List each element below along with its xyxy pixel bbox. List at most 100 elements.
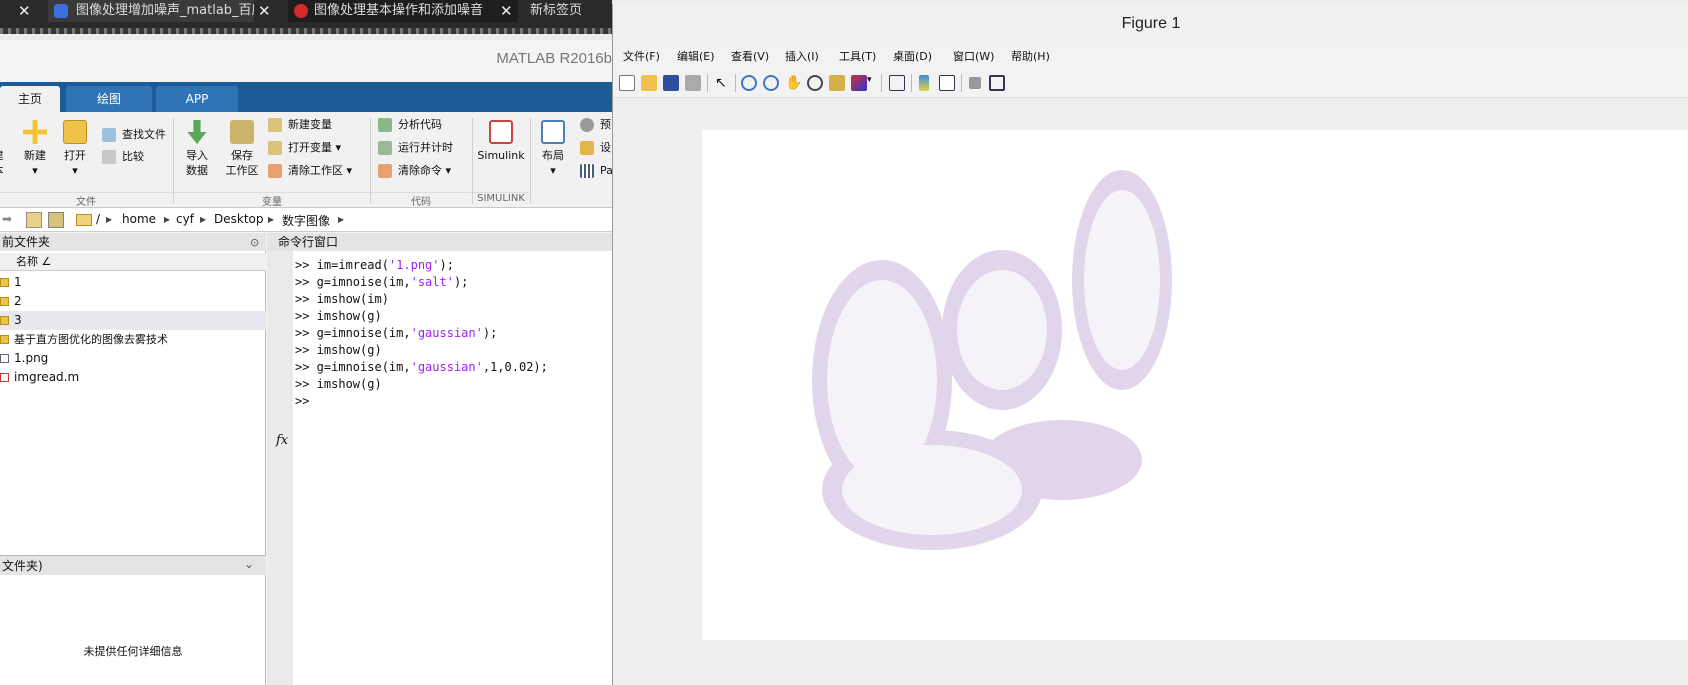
tab-home[interactable]: 主页 [0,86,60,112]
list-item[interactable]: 1.png [0,349,266,368]
chevron-down-icon[interactable]: ▾ [867,75,875,91]
item-name: 1 [14,275,22,289]
brush-icon[interactable] [851,75,867,91]
open-variable-label: 打开变量 [288,141,332,154]
close-tab-icon[interactable]: ✕ [18,0,31,22]
import-data-button[interactable]: 导入 数据 [178,116,216,178]
save-workspace-button[interactable]: 保存 工作区 [220,116,264,178]
divider [881,74,882,92]
command-prompt[interactable]: >> [295,393,309,410]
new-script-label2: 本 [0,163,10,178]
crumb-arrow-icon: ▸ [106,212,113,226]
link-plot-icon[interactable] [889,75,905,91]
save-workspace-icon [230,120,254,144]
new-variable-button[interactable]: 新建变量 [268,116,332,134]
run-and-time-button[interactable]: 运行并计时 [378,139,453,157]
browser-tab-baidu[interactable]: 图像处理增加噪声_matlab_百度 [48,0,254,22]
up-folder-icon[interactable] [26,212,42,228]
menu-insert[interactable]: 插入(I) [785,48,819,64]
close-tab-icon[interactable]: ✕ [500,0,513,22]
browser-tab-csdn[interactable]: 图像处理基本操作和添加噪音 [288,0,518,22]
command-window[interactable]: 命令行窗口 >> im=imread('1.png'); >> g=imnois… [267,233,612,685]
analyze-label: 分析代码 [398,118,442,131]
open-button[interactable]: 打开 ▾ [56,116,94,178]
new-script-button[interactable]: 建 本 [0,116,10,178]
tab-plots[interactable]: 绘图 [66,86,152,112]
data-cursor-icon[interactable] [829,75,845,91]
simulink-icon [489,120,513,144]
folder-icon [0,278,9,287]
chevron-down-icon[interactable]: ⌄ [244,557,254,571]
rotate-3d-icon[interactable] [807,75,823,91]
show-plot-tools-icon[interactable] [989,75,1005,91]
fx-icon[interactable]: fx [276,433,288,448]
zoom-in-icon[interactable] [741,75,757,91]
tab-apps[interactable]: APP [156,86,238,112]
menu-view[interactable]: 查看(V) [731,48,769,64]
parallel-button[interactable]: Pa [580,162,613,180]
find-files-button[interactable]: 查找文件 [102,126,166,144]
list-item[interactable]: 基于直方图优化的图像去雾技术 [0,330,266,349]
chevron-down-icon: ▾ [72,164,78,177]
list-item[interactable]: imgread.m [0,368,266,387]
command-gutter [267,251,293,685]
clear-commands-button[interactable]: 清除命令 ▾ [378,162,451,180]
item-name: imgread.m [14,370,80,384]
analyze-code-button[interactable]: 分析代码 [378,116,442,134]
hide-plot-tools-icon[interactable] [969,77,981,89]
legend-icon[interactable] [939,75,955,91]
panel-menu-icon[interactable]: ⊙ [250,236,259,249]
open-file-icon[interactable] [641,75,657,91]
list-item[interactable]: 2 [0,292,266,311]
list-item[interactable]: 1 [0,273,266,292]
parallel-icon [580,164,594,178]
matlab-window: MATLAB R2016b 主页 绘图 APP 建 本 新建 ▾ 打开 ▾ 查找… [0,40,613,685]
preferences-button[interactable]: 预 [580,116,611,134]
crumb-folder[interactable]: 数字图像 [282,212,330,229]
pan-hand-icon[interactable]: ✋ [785,75,802,91]
set-path-button[interactable]: 设 [580,139,611,157]
crumb-root[interactable]: / [96,212,100,226]
close-tab-icon[interactable]: ✕ [258,0,271,22]
clear-workspace-button[interactable]: 清除工作区 ▾ [268,162,352,180]
item-name: 1.png [14,351,49,365]
menu-help[interactable]: 帮助(H) [1011,48,1050,64]
menu-edit[interactable]: 编辑(E) [677,48,715,64]
folder-icon [0,316,9,325]
crumb-arrow-icon: ▸ [268,212,275,226]
crumb-cyf[interactable]: cyf [176,212,194,226]
new-button[interactable]: 新建 ▾ [16,116,54,178]
simulink-button[interactable]: Simulink [476,116,526,163]
menu-desktop[interactable]: 桌面(D) [893,48,932,64]
command-line: >> imshow(im) [295,292,389,306]
column-header-name[interactable]: 名称 ∠ [0,253,266,271]
compare-button[interactable]: 比较 [102,148,144,166]
colorbar-icon[interactable] [919,75,929,91]
pointer-icon[interactable]: ↖ [715,75,731,91]
crumb-desktop[interactable]: Desktop [214,212,264,226]
browse-folder-icon[interactable] [48,212,64,228]
command-line: >> imshow(g) [295,343,382,357]
layout-button[interactable]: 布局 ▾ [534,116,572,178]
menu-tools[interactable]: 工具(T) [839,48,876,64]
zoom-out-icon[interactable] [763,75,779,91]
save-icon[interactable] [663,75,679,91]
list-item[interactable]: 3 [0,311,266,330]
menu-window[interactable]: 窗口(W) [953,48,994,64]
new-variable-icon [268,118,282,132]
new-figure-icon[interactable] [619,75,635,91]
crumb-arrow-icon: ▸ [338,212,345,226]
menu-file[interactable]: 文件(F) [623,48,660,64]
browser-tab-new[interactable]: 新标签页 [520,0,612,22]
crumb-home[interactable]: home [122,212,156,226]
open-variable-button[interactable]: 打开变量 ▾ [268,139,341,157]
gear-icon [580,118,594,132]
new-script-label: 建 [0,148,10,163]
chevron-down-icon: ▾ [32,164,38,177]
set-path-label: 设 [600,141,611,154]
print-icon[interactable] [685,75,701,91]
new-label: 新建 [24,149,46,162]
back-arrow-icon[interactable]: ➡ [2,212,18,228]
divider [530,118,531,204]
import-icon [187,120,207,144]
